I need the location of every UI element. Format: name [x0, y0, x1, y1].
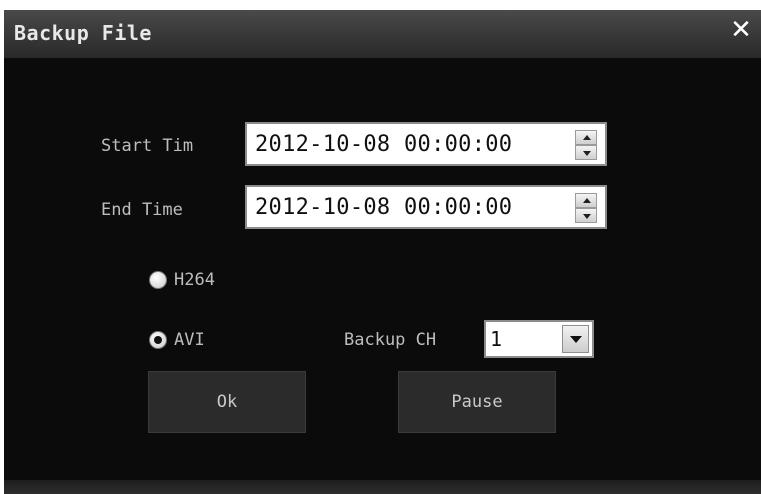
dialog-bottom-edge — [4, 480, 761, 494]
start-time-label: Start Tim — [101, 136, 194, 156]
end-time-value[interactable]: 2012-10-08 00:00:00 — [255, 196, 512, 220]
start-time-value[interactable]: 2012-10-08 00:00:00 — [255, 133, 512, 157]
avi-radio[interactable] — [149, 331, 167, 349]
backup-ch-label: Backup CH — [344, 330, 437, 350]
close-icon[interactable]: ✕ — [727, 16, 755, 44]
end-time-decrement-icon[interactable] — [575, 208, 597, 223]
end-time-increment-icon[interactable] — [575, 193, 597, 208]
dialog-title: Backup File — [14, 21, 152, 45]
start-time-increment-icon[interactable] — [575, 130, 597, 145]
end-time-spinner[interactable] — [575, 193, 597, 223]
backup-ch-value[interactable]: 1 — [490, 328, 502, 350]
start-time-decrement-icon[interactable] — [575, 145, 597, 160]
dialog-titlebar: Backup File ✕ — [4, 10, 761, 58]
backup-file-dialog: Backup File ✕ Start Tim 2012-10-08 00:00… — [4, 10, 761, 494]
end-time-field[interactable]: 2012-10-08 00:00:00 — [245, 185, 607, 229]
start-time-spinner[interactable] — [575, 130, 597, 160]
dropdown-arrow-icon[interactable] — [562, 325, 589, 353]
end-time-label: End Time — [101, 200, 183, 220]
backup-ch-select[interactable]: 1 — [484, 320, 594, 358]
pause-button[interactable]: Pause — [398, 371, 556, 433]
h264-radio[interactable] — [149, 271, 167, 289]
start-time-field[interactable]: 2012-10-08 00:00:00 — [245, 122, 607, 166]
ok-button[interactable]: Ok — [148, 371, 306, 433]
avi-radio-selected-dot — [154, 336, 162, 344]
h264-label[interactable]: H264 — [174, 270, 215, 290]
avi-label[interactable]: AVI — [174, 330, 205, 350]
dialog-body: Start Tim 2012-10-08 00:00:00 End Time 2… — [4, 58, 761, 480]
